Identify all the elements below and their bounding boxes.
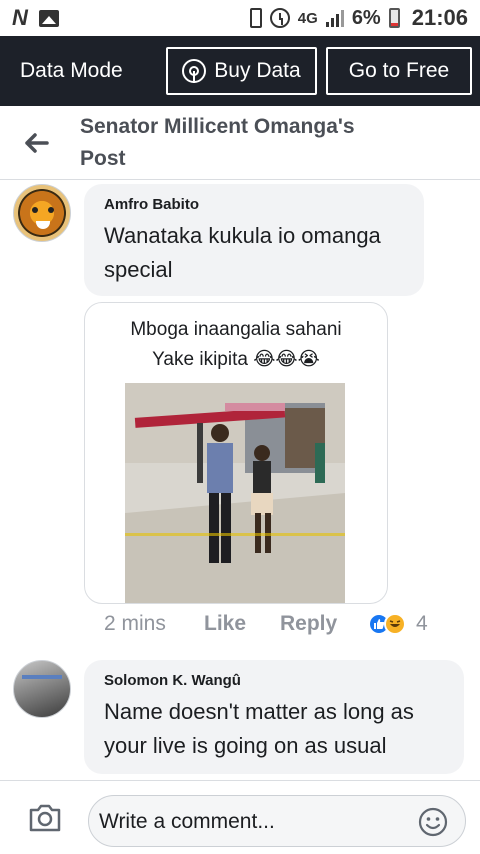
comment-text: Name doesn't matter as long as your live… bbox=[104, 699, 414, 758]
reactions[interactable]: 4 bbox=[368, 612, 428, 636]
comment-author[interactable]: Solomon K. Wangû bbox=[104, 672, 448, 689]
page-title: Senator Millicent Omanga's Post bbox=[80, 114, 355, 170]
post-header: Senator Millicent Omanga's Post bbox=[0, 106, 480, 180]
go-to-free-button[interactable]: Go to Free bbox=[326, 47, 472, 95]
avatar[interactable] bbox=[13, 184, 71, 242]
reply-button[interactable]: Reply bbox=[280, 612, 368, 636]
avatar[interactable] bbox=[13, 660, 71, 718]
n-icon: N bbox=[12, 5, 28, 30]
data-mode-label: Data Mode bbox=[20, 59, 123, 82]
emoji-icon[interactable] bbox=[417, 806, 449, 843]
broadcast-icon bbox=[182, 59, 207, 83]
comment-meta: 2 mins Like Reply 4 bbox=[104, 612, 428, 636]
meme-caption: Mboga inaangalia sahani Yake ikipita 😂😂😭 bbox=[85, 303, 387, 375]
back-arrow-icon[interactable] bbox=[8, 132, 64, 154]
comment-composer: Write a comment... bbox=[0, 780, 480, 854]
haha-icon bbox=[384, 613, 406, 635]
reaction-count: 4 bbox=[416, 612, 428, 635]
like-button[interactable]: Like bbox=[204, 612, 280, 636]
comment-bubble[interactable]: Amfro Babito Wanataka kukula io omanga s… bbox=[84, 184, 424, 296]
clock: 21:06 bbox=[411, 5, 468, 30]
comment-image[interactable]: Mboga inaangalia sahani Yake ikipita 😂😂😭 bbox=[84, 302, 388, 604]
buy-data-label: Buy Data bbox=[214, 59, 301, 82]
meme-caption-line-1: Mboga inaangalia sahani bbox=[130, 319, 342, 340]
phone-icon bbox=[249, 8, 262, 28]
data-mode-bar: Data Mode Buy Data Go to Free bbox=[0, 36, 480, 106]
battery-icon bbox=[388, 8, 400, 28]
alarm-icon bbox=[269, 8, 290, 28]
comment-author[interactable]: Amfro Babito bbox=[104, 196, 408, 213]
comment-input[interactable]: Write a comment... bbox=[88, 795, 466, 847]
meme-caption-line-2: Yake ikipita 😂😂😭 bbox=[152, 349, 320, 370]
camera-icon[interactable] bbox=[28, 803, 62, 838]
comment-text: Wanataka kukula io omanga special bbox=[104, 223, 381, 282]
buy-data-button[interactable]: Buy Data bbox=[166, 47, 317, 95]
image-icon bbox=[38, 9, 59, 27]
signal-icon bbox=[325, 9, 344, 27]
comment-bubble[interactable]: Solomon K. Wangû Name doesn't matter as … bbox=[84, 660, 464, 774]
meme-photo bbox=[125, 383, 345, 603]
go-to-free-label: Go to Free bbox=[348, 59, 450, 82]
battery-percent: 6% bbox=[351, 6, 381, 29]
comment-time: 2 mins bbox=[104, 612, 166, 635]
network-type: 4G bbox=[297, 9, 318, 27]
comment-input-placeholder: Write a comment... bbox=[99, 810, 275, 833]
status-bar: N 4G 6% 21:06 bbox=[0, 0, 480, 36]
